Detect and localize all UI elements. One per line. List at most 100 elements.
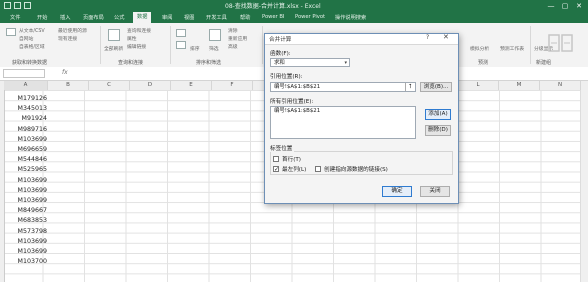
cell[interactable]: M103699: [5, 247, 47, 257]
column-header[interactable]: L: [458, 81, 499, 90]
create-links-checkbox[interactable]: [315, 166, 321, 172]
reference-value: 编号!$A$1:$B$21: [274, 84, 321, 90]
cell[interactable]: M989716: [5, 125, 47, 135]
column-header[interactable]: F: [212, 81, 253, 90]
left-column-checkbox[interactable]: ✓: [273, 166, 279, 173]
tab-file[interactable]: 文件: [10, 14, 20, 21]
cell[interactable]: M525965: [5, 165, 47, 175]
from-web-button[interactable]: 自网站: [19, 35, 33, 42]
filter-icon[interactable]: [209, 29, 221, 41]
cell[interactable]: M696659: [5, 145, 47, 155]
dialog-title-bar: 合并计算 ? ✕: [265, 33, 458, 45]
browse-button[interactable]: 浏览(B)...: [420, 82, 452, 92]
dialog-title: 合并计算: [269, 37, 292, 43]
group-sort-filter: 排序和筛选: [196, 60, 222, 66]
search-hint[interactable]: 操作说明搜索: [335, 14, 366, 21]
get-data-icon[interactable]: [6, 28, 16, 36]
cell[interactable]: M91924: [5, 114, 47, 124]
forecast-sheet-button[interactable]: 预测工作表: [500, 45, 524, 52]
tab-data[interactable]: 数据: [133, 12, 152, 23]
clear-button[interactable]: 清除: [228, 27, 238, 34]
tab-review[interactable]: 审阅: [162, 14, 172, 21]
group-get-transform: 获取和转换数据: [12, 60, 48, 66]
list-item[interactable]: 编号!$A$1:$B$21: [274, 107, 415, 116]
sort-az-icon[interactable]: [176, 29, 186, 37]
close-icon[interactable]: ✕: [443, 33, 449, 41]
properties-button[interactable]: 属性: [127, 35, 137, 42]
column-header[interactable]: C: [89, 81, 130, 90]
from-table-button[interactable]: 自表格/区域: [19, 43, 45, 50]
all-references-label: 所有引用位置(E):: [270, 99, 314, 105]
reference-input[interactable]: 编号!$A$1:$B$21 ⭡: [270, 82, 416, 92]
cell[interactable]: M103699: [5, 237, 47, 247]
fx-icon[interactable]: fx: [62, 69, 68, 76]
column-header[interactable]: E: [171, 81, 212, 90]
all-references-list[interactable]: 编号!$A$1:$B$21: [270, 106, 416, 139]
group-separator: [530, 26, 531, 64]
tab-developer[interactable]: 开发工具: [206, 14, 227, 21]
sort-za-icon[interactable]: [176, 41, 186, 49]
column-header[interactable]: M: [499, 81, 540, 90]
refresh-icon[interactable]: [108, 29, 120, 41]
cell[interactable]: M103699: [5, 186, 47, 196]
column-header[interactable]: A: [4, 81, 48, 90]
tab-help[interactable]: 帮助: [240, 14, 250, 21]
tab-insert[interactable]: 插入: [60, 14, 70, 21]
cell[interactable]: M849667: [5, 206, 47, 216]
filter-button[interactable]: 筛选: [209, 45, 219, 52]
minimize-button[interactable]: —: [544, 0, 558, 12]
save-icon[interactable]: [4, 2, 11, 9]
maximize-button[interactable]: ▢: [558, 0, 572, 12]
cell[interactable]: M103700: [5, 257, 47, 267]
close-window-button[interactable]: ✕: [572, 0, 586, 12]
function-value: 求和: [274, 60, 285, 66]
window-title: 08-查找数据-合并计算.xlsx - Excel: [225, 3, 321, 10]
tab-page-layout[interactable]: 页面布局: [83, 14, 104, 21]
undo-icon[interactable]: [14, 2, 21, 9]
advanced-button[interactable]: 高级: [228, 43, 238, 50]
column-header[interactable]: D: [130, 81, 171, 90]
delete-button[interactable]: 删除(D): [425, 125, 451, 136]
consolidate-dialog: 合并计算 ? ✕ 函数(F): 求和 ▾ 引用位置(R): 编号!$A$1:$B…: [264, 33, 459, 204]
add-button[interactable]: 添加(A): [425, 109, 451, 120]
refresh-all-button[interactable]: 全部刷新: [104, 45, 123, 52]
what-if-button[interactable]: 模拟分析: [470, 45, 489, 52]
column-header[interactable]: B: [48, 81, 89, 90]
edit-links-button[interactable]: 编辑链接: [127, 43, 146, 50]
group-separator: [170, 26, 171, 64]
tab-formulas[interactable]: 公式: [114, 14, 124, 21]
ribbon-tabs: 文件 开始 插入 页面布局 公式 数据 审阅 视图 开发工具 帮助 Power …: [0, 12, 588, 23]
ok-button[interactable]: 确定: [382, 186, 412, 197]
cell[interactable]: M544846: [5, 155, 47, 165]
existing-connections-button[interactable]: 现有连接: [58, 35, 77, 42]
tab-power-bi[interactable]: Power BI: [262, 14, 284, 20]
cell[interactable]: M683853: [5, 216, 47, 226]
collapse-dialog-icon[interactable]: ⭡: [405, 83, 414, 91]
tab-home[interactable]: 开始: [37, 14, 47, 21]
group-queries: 查询和连接: [118, 60, 144, 66]
group-separator: [262, 26, 263, 64]
tab-view[interactable]: 视图: [184, 14, 194, 21]
sort-button[interactable]: 排序: [190, 45, 200, 52]
reapply-button[interactable]: 重新应用: [228, 35, 247, 42]
column-header[interactable]: N: [540, 81, 581, 90]
cell[interactable]: M103699: [5, 176, 47, 186]
close-button[interactable]: 关闭: [420, 186, 450, 197]
cell[interactable]: M573798: [5, 227, 47, 237]
vertical-scrollbar[interactable]: [580, 90, 588, 282]
tag-position-label: 标签位置: [270, 144, 295, 152]
cell[interactable]: M103699: [5, 196, 47, 206]
from-text-button[interactable]: 从文本/CSV: [19, 27, 45, 34]
recent-sources-button[interactable]: 最近使用的源: [58, 27, 87, 34]
reference-label: 引用位置(R):: [270, 74, 303, 80]
help-icon[interactable]: ?: [426, 34, 429, 41]
cell[interactable]: M345013: [5, 104, 47, 114]
query-connections-button[interactable]: 查询和连接: [127, 27, 151, 34]
tab-power-pivot[interactable]: Power Pivot: [295, 14, 325, 20]
function-select[interactable]: 求和 ▾: [270, 58, 350, 67]
cell[interactable]: M179126: [5, 94, 47, 104]
cell[interactable]: M103699: [5, 135, 47, 145]
name-box[interactable]: [3, 69, 45, 78]
first-row-checkbox[interactable]: [273, 156, 279, 162]
redo-icon[interactable]: [24, 2, 31, 9]
